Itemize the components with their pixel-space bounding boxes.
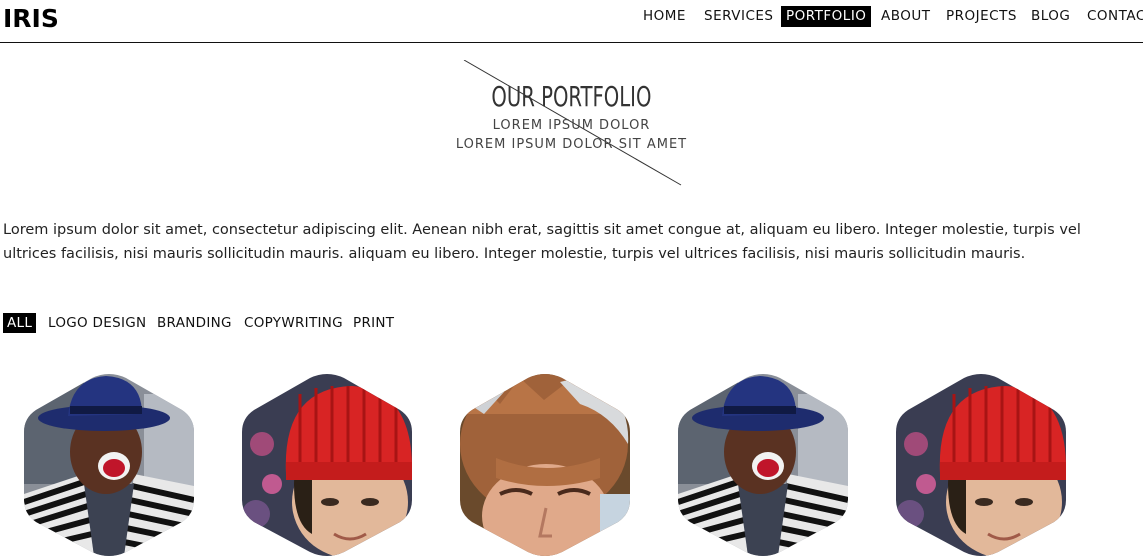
portfolio-item-4[interactable] [678, 374, 848, 556]
page-subtitle-1: LOREM IPSUM DOLOR [492, 118, 651, 133]
portfolio-item-1[interactable] [24, 374, 194, 556]
portfolio-item-2[interactable] [242, 374, 412, 556]
intro-paragraph: Lorem ipsum dolor sit amet, consectetur … [3, 222, 1081, 262]
portfolio-item-5[interactable] [896, 374, 1066, 556]
nav-item-portfolio[interactable]: PORTFOLIO [781, 6, 872, 27]
page-subtitle-2: LOREM IPSUM DOLOR SIT AMET [455, 137, 688, 152]
filter-copywriting[interactable]: COPYWRITING [240, 313, 347, 333]
filter-logo-design[interactable]: LOGO DESIGN [44, 313, 150, 333]
page-title: OUR PORTFOLIO [491, 80, 652, 113]
nav-item-services[interactable]: SERVICES [699, 6, 778, 27]
portfolio-item-3[interactable] [460, 374, 630, 556]
filter-all[interactable]: ALL [3, 313, 37, 333]
nav-item-home[interactable]: HOME [638, 6, 691, 27]
filter-branding[interactable]: BRANDING [153, 313, 236, 333]
nav-item-contact[interactable]: CONTACT [1082, 6, 1143, 27]
nav-item-projects[interactable]: PROJECTS [941, 6, 1022, 27]
nav-item-blog[interactable]: BLOG [1026, 6, 1075, 27]
page: IRIS HOME SERVICES PORTFOLIO ABOUT PROJE… [0, 0, 1143, 556]
filter-print[interactable]: PRINT [349, 313, 398, 333]
site-logo[interactable]: IRIS [3, 4, 59, 33]
nav-item-about[interactable]: ABOUT [876, 6, 936, 27]
site-header: IRIS HOME SERVICES PORTFOLIO ABOUT PROJE… [0, 0, 1143, 43]
